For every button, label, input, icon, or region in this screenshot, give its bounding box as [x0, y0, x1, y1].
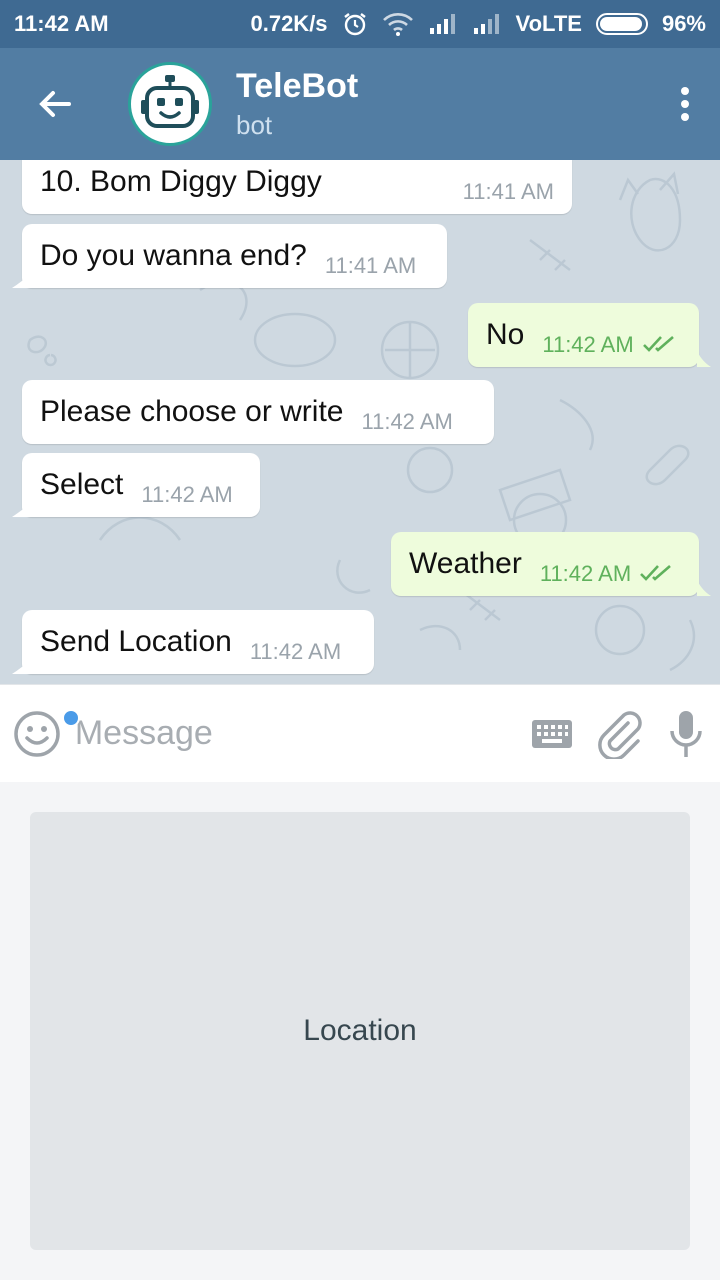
- message-incoming[interactable]: Please choose or write 11:42 AM: [22, 380, 494, 444]
- status-bar: 11:42 AM 0.72K/s VoLTE 96%: [0, 0, 720, 48]
- bubble-tail: [697, 351, 711, 367]
- location-button[interactable]: Location: [30, 812, 690, 1250]
- attach-button[interactable]: [585, 685, 652, 783]
- message-time: 11:42 AM: [542, 332, 634, 357]
- message-time: 11:42 AM: [141, 482, 233, 507]
- message-time: 11:41 AM: [462, 179, 554, 204]
- message-time: 11:42 AM: [249, 639, 342, 664]
- bot-keyboard: Location: [0, 782, 720, 1280]
- chat-area[interactable]: 10. Bom Diggy Diggy 11:41 AM Do you wann…: [0, 160, 720, 684]
- message-input-bar: [0, 684, 720, 782]
- chat-title[interactable]: TeleBot: [236, 66, 650, 106]
- message-incoming[interactable]: Do you wanna end? 11:41 AM: [22, 224, 447, 288]
- message-incoming[interactable]: Select 11:42 AM: [22, 453, 260, 517]
- message-text: No: [486, 318, 525, 351]
- message-time: 11:42 AM: [539, 561, 632, 586]
- message-incoming[interactable]: Send Location 11:42 AM: [22, 610, 374, 674]
- battery-icon: [595, 13, 648, 35]
- back-button[interactable]: [0, 48, 110, 160]
- chat-header: TeleBot bot: [0, 48, 720, 160]
- wifi-icon: [382, 12, 414, 36]
- notification-dot: [62, 708, 80, 727]
- chat-subtitle: bot: [236, 110, 273, 140]
- mic-icon: [670, 710, 703, 757]
- more-vert-icon: [681, 87, 689, 121]
- bubble-tail: [12, 658, 32, 674]
- bubble-tail: [12, 501, 32, 517]
- keyboard-toggle-button[interactable]: [518, 685, 585, 783]
- message-text: Send Location: [40, 625, 232, 658]
- message-outgoing[interactable]: No 11:42 AM: [468, 303, 699, 367]
- message-text: 10. Bom Diggy Diggy: [40, 165, 322, 198]
- avatar[interactable]: [128, 62, 212, 146]
- attach-icon: [598, 710, 642, 759]
- bubble-tail: [697, 580, 711, 596]
- bubble-tail: [12, 272, 32, 288]
- message-text: Do you wanna end?: [40, 239, 307, 272]
- alarm-icon: [342, 11, 368, 37]
- status-time: 11:42 AM: [14, 11, 109, 36]
- message-text: Please choose or write: [40, 395, 344, 428]
- battery-level: 96%: [661, 11, 706, 36]
- message-time: 11:42 AM: [361, 409, 453, 434]
- keyboard-icon: [531, 719, 572, 748]
- message-text: Weather: [409, 547, 522, 580]
- emoji-icon: [14, 710, 61, 757]
- signal-icon: [428, 13, 458, 35]
- network-speed: 0.72K/s: [250, 11, 328, 36]
- message-incoming[interactable]: 10. Bom Diggy Diggy 11:41 AM: [22, 160, 572, 214]
- voice-record-button[interactable]: [653, 685, 720, 783]
- read-checkmarks-icon: [640, 565, 672, 581]
- network-type: VoLTE: [515, 11, 582, 36]
- emoji-button[interactable]: [0, 685, 80, 783]
- message-text: Select: [40, 468, 124, 501]
- read-checkmarks-icon: [642, 336, 674, 352]
- message-time: 11:41 AM: [324, 253, 417, 278]
- message-input[interactable]: [74, 714, 518, 753]
- back-arrow-icon: [39, 91, 71, 117]
- message-outgoing[interactable]: Weather 11:42 AM: [391, 532, 699, 596]
- signal-icon-2: [472, 13, 502, 35]
- robot-avatar-icon: [141, 75, 199, 128]
- more-options-button[interactable]: [650, 48, 720, 160]
